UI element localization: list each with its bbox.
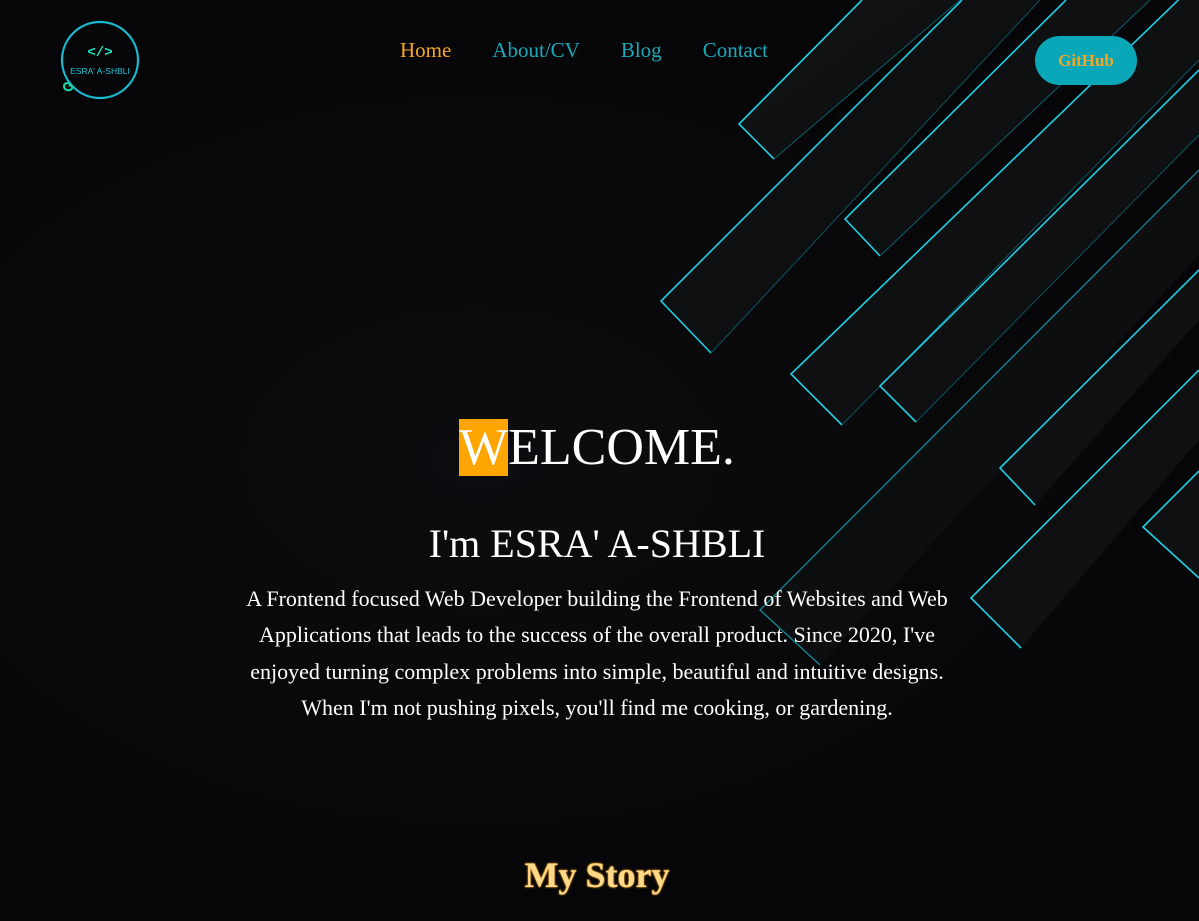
nav-link-about-cv[interactable]: About/CV	[492, 36, 580, 64]
logo-name-text: ESRA' A-SHBLI	[70, 66, 130, 76]
nav-link-contact[interactable]: Contact	[703, 36, 768, 64]
nav-link-home[interactable]: Home	[400, 36, 451, 64]
my-story-heading: My Story	[524, 855, 670, 895]
welcome-highlight-letter: W	[459, 419, 509, 476]
page: </> ESRA' A-SHBLI Home About/CV Blog Con…	[0, 0, 1199, 921]
intro-name-heading: I'm ESRA' A-SHBLI	[428, 521, 766, 566]
welcome-heading: WELCOME.	[0, 419, 1194, 476]
logo-code-glyph: </>	[87, 45, 112, 61]
main-nav: Home About/CV Blog Contact	[400, 36, 768, 64]
bio-paragraph: A Frontend focused Web Developer buildin…	[246, 586, 948, 721]
nav-link-blog[interactable]: Blog	[621, 36, 662, 64]
welcome-rest: ELCOME.	[508, 419, 735, 476]
site-logo[interactable]: </> ESRA' A-SHBLI	[58, 20, 142, 104]
github-button[interactable]: GitHub	[1035, 36, 1137, 85]
